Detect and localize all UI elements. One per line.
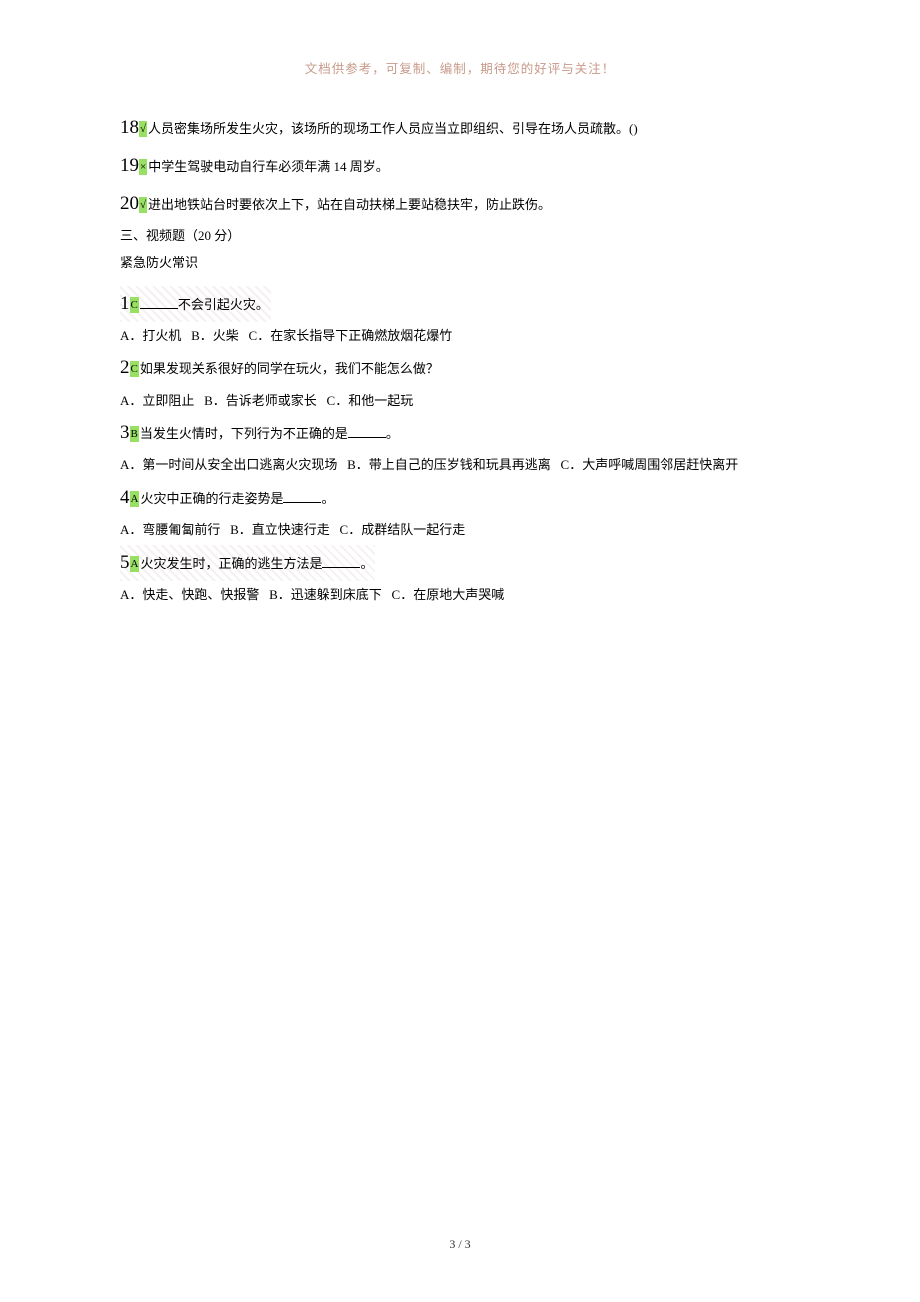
fill-blank (348, 427, 386, 439)
mc-number: 1 (120, 293, 130, 314)
section-subtitle: 紧急防火常识 (120, 251, 840, 276)
mc-answer-mark: B (130, 426, 139, 442)
tf-text: 人员密集场所发生火灾，该场所的现场工作人员应当立即组织、引导在场人员疏散。() (148, 121, 638, 136)
mc-item: 2C如果发现关系很好的同学在玩火，我们不能怎么做？ (120, 350, 840, 386)
mc-stem: 火灾发生时，正确的逃生方法是 (140, 556, 322, 571)
mc-stem-after: 。 (360, 556, 373, 571)
fill-blank (322, 556, 360, 568)
tf-mark: √ (139, 121, 147, 137)
page-footer: 3 / 3 (0, 1237, 920, 1252)
tf-text: 中学生驾驶电动自行车必须年满 14 周岁。 (148, 159, 389, 174)
tf-number: 18 (120, 117, 139, 138)
tf-item: 19×中学生驾驶电动自行车必须年满 14 周岁。 (120, 148, 840, 184)
section-title: 三、视频题（20 分） (120, 224, 840, 249)
tf-mark: √ (139, 197, 147, 213)
mc-stem-after: 。 (386, 426, 399, 441)
tf-mark: × (139, 159, 147, 175)
mc-number: 4 (120, 487, 130, 508)
fill-blank (140, 297, 178, 309)
tf-number: 20 (120, 193, 139, 214)
mc-number: 2 (120, 357, 130, 378)
mc-answer-mark: A (130, 491, 140, 507)
mc-stem: 不会引起火灾。 (178, 297, 269, 312)
mc-stem-after: 。 (321, 491, 334, 506)
mc-answer-mark: C (130, 361, 139, 377)
header-note: 文档供参考，可复制、编制，期待您的好评与关注！ (0, 58, 920, 77)
mc-item: 4A火灾中正确的行走姿势是 。 (120, 480, 840, 516)
mc-options: A．第一时间从安全出口逃离火灾现场 B．带上自己的压岁钱和玩具再逃离 C．大声呼… (120, 453, 840, 478)
fill-blank (283, 491, 321, 503)
mc-number: 5 (120, 552, 130, 573)
tf-text: 进出地铁站台时要依次上下，站在自动扶梯上要站稳扶牢，防止跌伤。 (148, 197, 551, 212)
content-body: 18√人员密集场所发生火灾，该场所的现场工作人员应当立即组织、引导在场人员疏散。… (120, 110, 840, 610)
mc-number: 3 (120, 422, 130, 443)
tf-item: 20√进出地铁站台时要依次上下，站在自动扶梯上要站稳扶牢，防止跌伤。 (120, 186, 840, 222)
mc-stem: 火灾中正确的行走姿势是 (140, 491, 283, 506)
mc-options: A．打火机 B．火柴 C．在家长指导下正确燃放烟花爆竹 (120, 324, 840, 349)
tf-number: 19 (120, 155, 139, 176)
mc-options: A．快走、快跑、快报警 B．迅速躲到床底下 C．在原地大声哭喊 (120, 583, 840, 608)
mc-item: 3B当发生火情时，下列行为不正确的是 。 (120, 415, 840, 451)
tf-item: 18√人员密集场所发生火灾，该场所的现场工作人员应当立即组织、引导在场人员疏散。… (120, 110, 840, 146)
mc-item: 5A火灾发生时，正确的逃生方法是 。 (120, 545, 840, 581)
mc-item: 1C 不会引起火灾。 (120, 286, 840, 322)
mc-options: A．立即阻止 B．告诉老师或家长 C．和他一起玩 (120, 389, 840, 414)
mc-stem: 当发生火情时，下列行为不正确的是 (140, 426, 348, 441)
mc-answer-mark: C (130, 297, 139, 313)
mc-options: A．弯腰匍匐前行 B．直立快速行走 C．成群结队一起行走 (120, 518, 840, 543)
mc-answer-mark: A (130, 556, 140, 572)
mc-stem: 如果发现关系很好的同学在玩火，我们不能怎么做？ (140, 361, 439, 376)
